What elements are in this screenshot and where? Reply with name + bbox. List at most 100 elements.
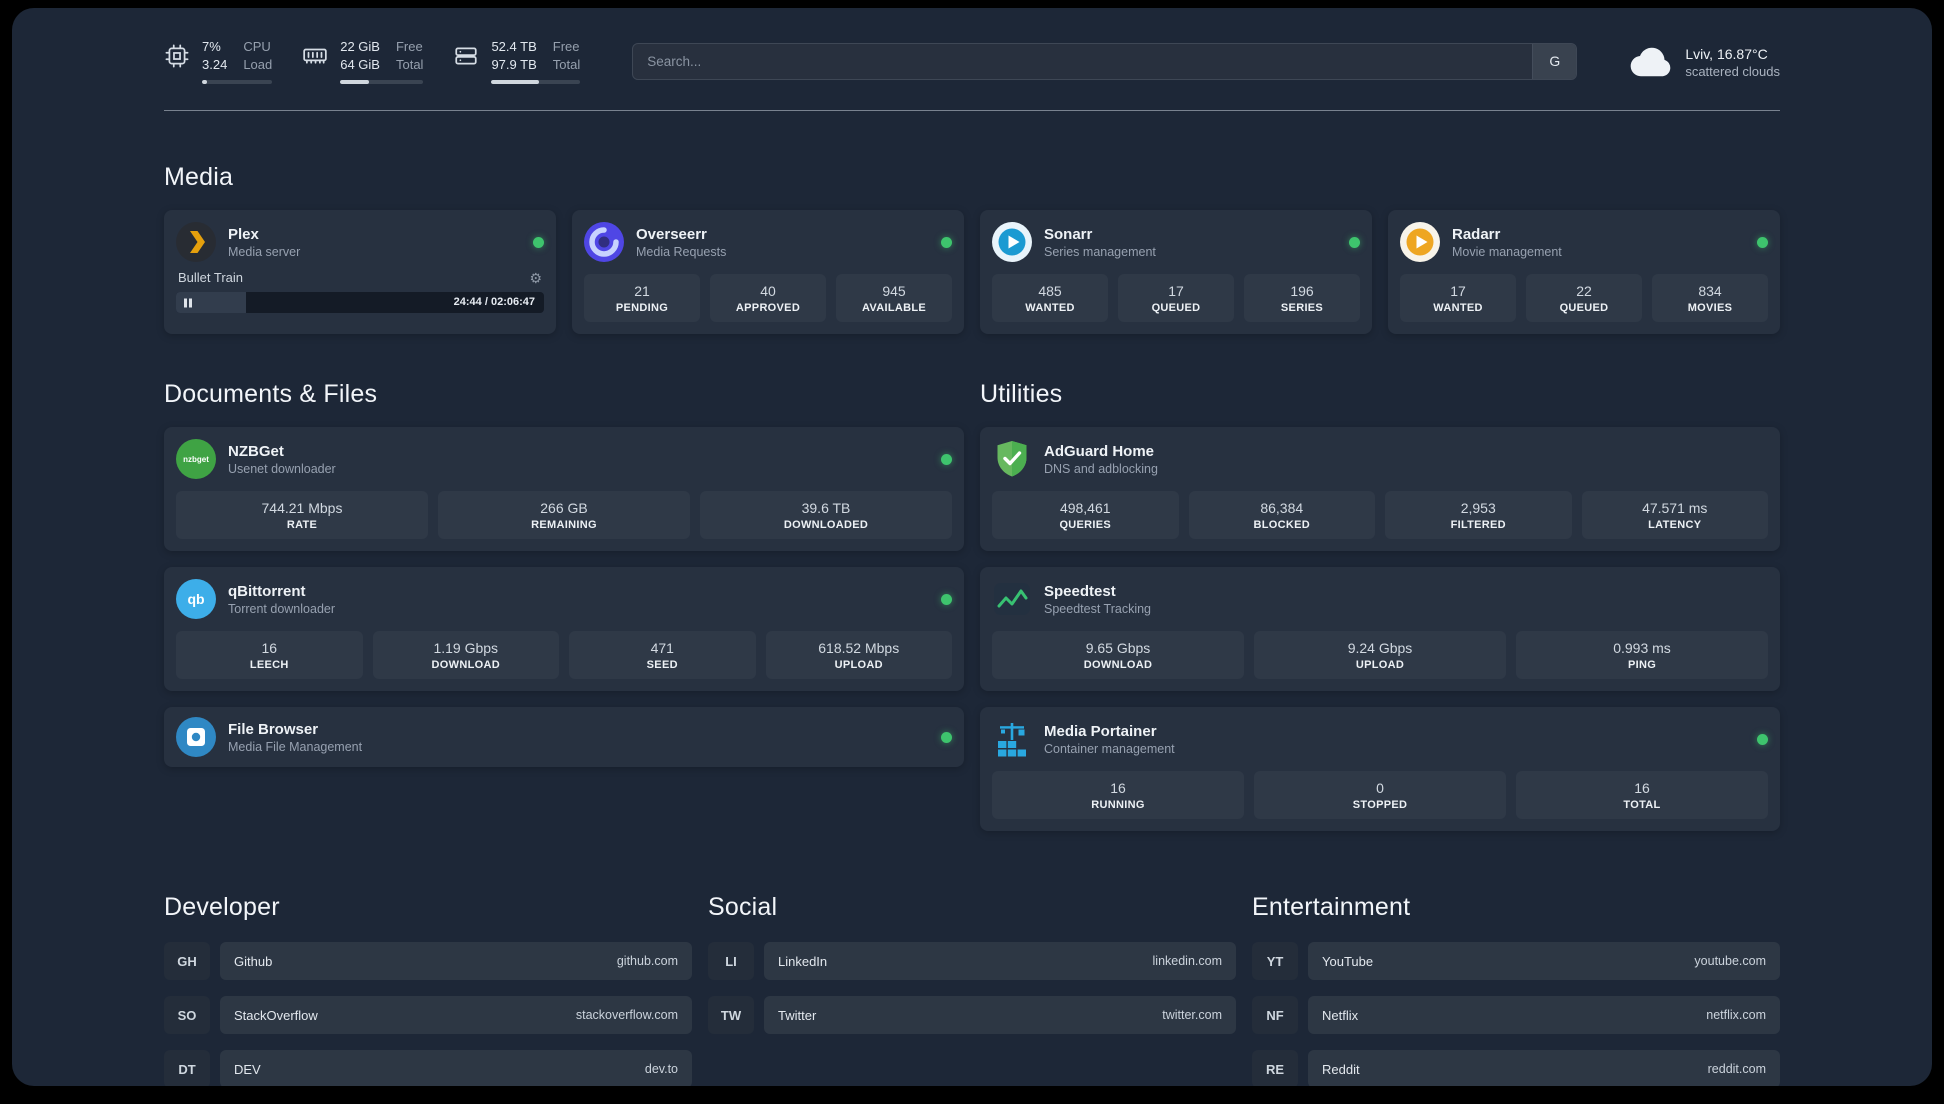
qbittorrent-card[interactable]: qb qBittorrent Torrent downloader 16 LEEC… bbox=[164, 567, 964, 692]
linkedin-icon: LI bbox=[708, 942, 754, 981]
developer-links: Developer GH Github github.com SO StackO… bbox=[164, 893, 692, 1086]
section-title-entertainment: Entertainment bbox=[1252, 893, 1411, 922]
app-name: Overseerr bbox=[636, 225, 707, 243]
link-row-netflix: NF Netflix netflix.com bbox=[1252, 996, 1780, 1035]
plex-card[interactable]: Plex Media server Bullet Train ⚙ 24:44 /… bbox=[164, 210, 556, 335]
cpu-percent: 7% bbox=[202, 39, 221, 54]
stat-available: 945 AVAILABLE bbox=[836, 274, 952, 323]
gear-icon[interactable]: ⚙ bbox=[529, 271, 542, 285]
search-bar: G bbox=[632, 42, 1578, 80]
stat-total: 16 TOTAL bbox=[1516, 771, 1768, 820]
sonarr-card[interactable]: Sonarr Series management 485 WANTED 17 QUE… bbox=[980, 210, 1372, 335]
filebrowser-icon bbox=[176, 717, 216, 758]
status-dot bbox=[941, 236, 952, 248]
github-icon: GH bbox=[164, 942, 210, 981]
linkedin-link[interactable]: LinkedIn linkedin.com bbox=[764, 942, 1236, 981]
portainer-card[interactable]: Media Portainer Container management 16 R… bbox=[980, 707, 1780, 832]
app-name: AdGuard Home bbox=[1044, 442, 1155, 460]
ram-widget: 22 GiB 64 GiB Free Total bbox=[302, 38, 424, 85]
youtube-link[interactable]: YouTube youtube.com bbox=[1308, 942, 1780, 981]
app-subtitle: Media File Management bbox=[228, 739, 363, 754]
ram-total-value: 64 GiB bbox=[340, 57, 380, 73]
cpu-label: CPU bbox=[243, 39, 271, 54]
section-title-documents: Documents & Files bbox=[164, 380, 378, 409]
stat-blocked: 86,384 BLOCKED bbox=[1188, 491, 1375, 540]
stat-running: 16 RUNNING bbox=[992, 771, 1244, 820]
pause-icon[interactable] bbox=[184, 298, 192, 308]
stackoverflow-icon: SO bbox=[164, 996, 210, 1035]
stat-upload: 618.52 Mbps UPLOAD bbox=[765, 631, 952, 680]
disk-total-label: Total bbox=[552, 57, 581, 73]
cpu-widget: 7% 3.24 CPU Load bbox=[164, 38, 273, 85]
social-links: Social LI LinkedIn linkedin.com TW Twitt… bbox=[708, 893, 1236, 1086]
stat-latency: 47.571 ms LATENCY bbox=[1581, 491, 1768, 540]
cpu-load-value: 3.24 bbox=[202, 57, 228, 73]
speedtest-graph-icon bbox=[992, 579, 1032, 619]
link-row-youtube: YT YouTube youtube.com bbox=[1252, 942, 1780, 981]
disk-free-value: 52.4 TB bbox=[491, 39, 537, 54]
search-input[interactable] bbox=[632, 42, 1578, 80]
sonarr-icon bbox=[992, 222, 1032, 263]
ram-free-value: 22 GiB bbox=[340, 39, 380, 54]
link-row-github: GH Github github.com bbox=[164, 942, 692, 981]
section-title-media: Media bbox=[164, 163, 234, 192]
twitter-link[interactable]: Twitter twitter.com bbox=[764, 996, 1236, 1035]
plex-now-playing: Bullet Train ⚙ 24:44 / 02:06:47 bbox=[176, 268, 544, 314]
weather-widget[interactable]: Lviv, 16.87°C scattered clouds bbox=[1629, 44, 1780, 79]
speedtest-card[interactable]: Speedtest Speedtest Tracking 9.65 Gbps DO… bbox=[980, 567, 1780, 692]
netflix-icon: NF bbox=[1252, 996, 1298, 1035]
cpu-load-label: Load bbox=[243, 57, 273, 73]
dev-link[interactable]: DEV dev.to bbox=[220, 1050, 692, 1086]
stat-movies: 834 MOVIES bbox=[1652, 274, 1768, 323]
now-playing-title: Bullet Train bbox=[178, 270, 244, 286]
disk-progress-bar bbox=[491, 80, 581, 85]
playback-progress-bar[interactable]: 24:44 / 02:06:47 bbox=[176, 292, 544, 314]
status-dot bbox=[1757, 236, 1768, 248]
twitter-icon: TW bbox=[708, 996, 754, 1035]
app-subtitle: Media server bbox=[228, 244, 301, 259]
stat-download: 9.65 Gbps DOWNLOAD bbox=[992, 631, 1244, 680]
radarr-card[interactable]: Radarr Movie management 17 WANTED 22 QUEUE… bbox=[1388, 210, 1780, 335]
weather-condition: scattered clouds bbox=[1685, 63, 1780, 79]
netflix-link[interactable]: Netflix netflix.com bbox=[1308, 996, 1780, 1035]
cpu-icon bbox=[164, 43, 190, 69]
link-row-linkedin: LI LinkedIn linkedin.com bbox=[708, 942, 1236, 981]
link-row-dev: DT DEV dev.to bbox=[164, 1050, 692, 1086]
app-subtitle: Torrent downloader bbox=[228, 601, 336, 616]
link-row-stackoverflow: SO StackOverflow stackoverflow.com bbox=[164, 996, 692, 1035]
app-subtitle: Movie management bbox=[1452, 244, 1562, 259]
weather-location: Lviv, 16.87°C bbox=[1685, 45, 1768, 62]
disk-widget: 52.4 TB 97.9 TB Free Total bbox=[453, 38, 581, 85]
reddit-link[interactable]: Reddit reddit.com bbox=[1308, 1050, 1780, 1086]
stat-ping: 0.993 ms PING bbox=[1516, 631, 1768, 680]
filebrowser-card[interactable]: File Browser Media File Management bbox=[164, 707, 964, 768]
stat-downloaded: 39.6 TB DOWNLOADED bbox=[700, 491, 952, 540]
app-subtitle: Series management bbox=[1044, 244, 1156, 259]
status-dot bbox=[941, 731, 952, 743]
portainer-crane-icon bbox=[992, 719, 1032, 759]
search-engine-button[interactable]: G bbox=[1532, 43, 1577, 79]
overseerr-card[interactable]: Overseerr Media Requests 21 PENDING 40 APP… bbox=[572, 210, 964, 335]
nzbget-card[interactable]: nzbget NZBGet Usenet downloader 744.21 M… bbox=[164, 427, 964, 552]
documents-column: Documents & Files nzbget NZBGet Usenet d… bbox=[164, 380, 964, 831]
ram-free-label: Free bbox=[395, 39, 423, 54]
disk-icon bbox=[453, 43, 479, 69]
youtube-icon: YT bbox=[1252, 942, 1298, 981]
github-link[interactable]: Github github.com bbox=[220, 942, 692, 981]
stat-upload: 9.24 Gbps UPLOAD bbox=[1254, 631, 1506, 680]
section-title-social: Social bbox=[708, 893, 778, 922]
status-dot bbox=[533, 236, 544, 248]
section-title-utilities: Utilities bbox=[980, 380, 1063, 409]
header-divider bbox=[164, 110, 1780, 112]
stat-leech: 16 LEECH bbox=[176, 631, 363, 680]
stat-series: 196 SERIES bbox=[1244, 274, 1360, 323]
status-dot bbox=[1757, 733, 1768, 745]
adguard-shield-icon bbox=[992, 439, 1032, 479]
adguard-card[interactable]: AdGuard Home DNS and adblocking 498,461 Q… bbox=[980, 427, 1780, 552]
stat-pending: 21 PENDING bbox=[584, 274, 700, 323]
app-subtitle: Speedtest Tracking bbox=[1044, 601, 1152, 616]
stackoverflow-link[interactable]: StackOverflow stackoverflow.com bbox=[220, 996, 692, 1035]
app-subtitle: DNS and adblocking bbox=[1044, 461, 1158, 476]
app-name: File Browser bbox=[228, 720, 319, 738]
link-row-twitter: TW Twitter twitter.com bbox=[708, 996, 1236, 1035]
